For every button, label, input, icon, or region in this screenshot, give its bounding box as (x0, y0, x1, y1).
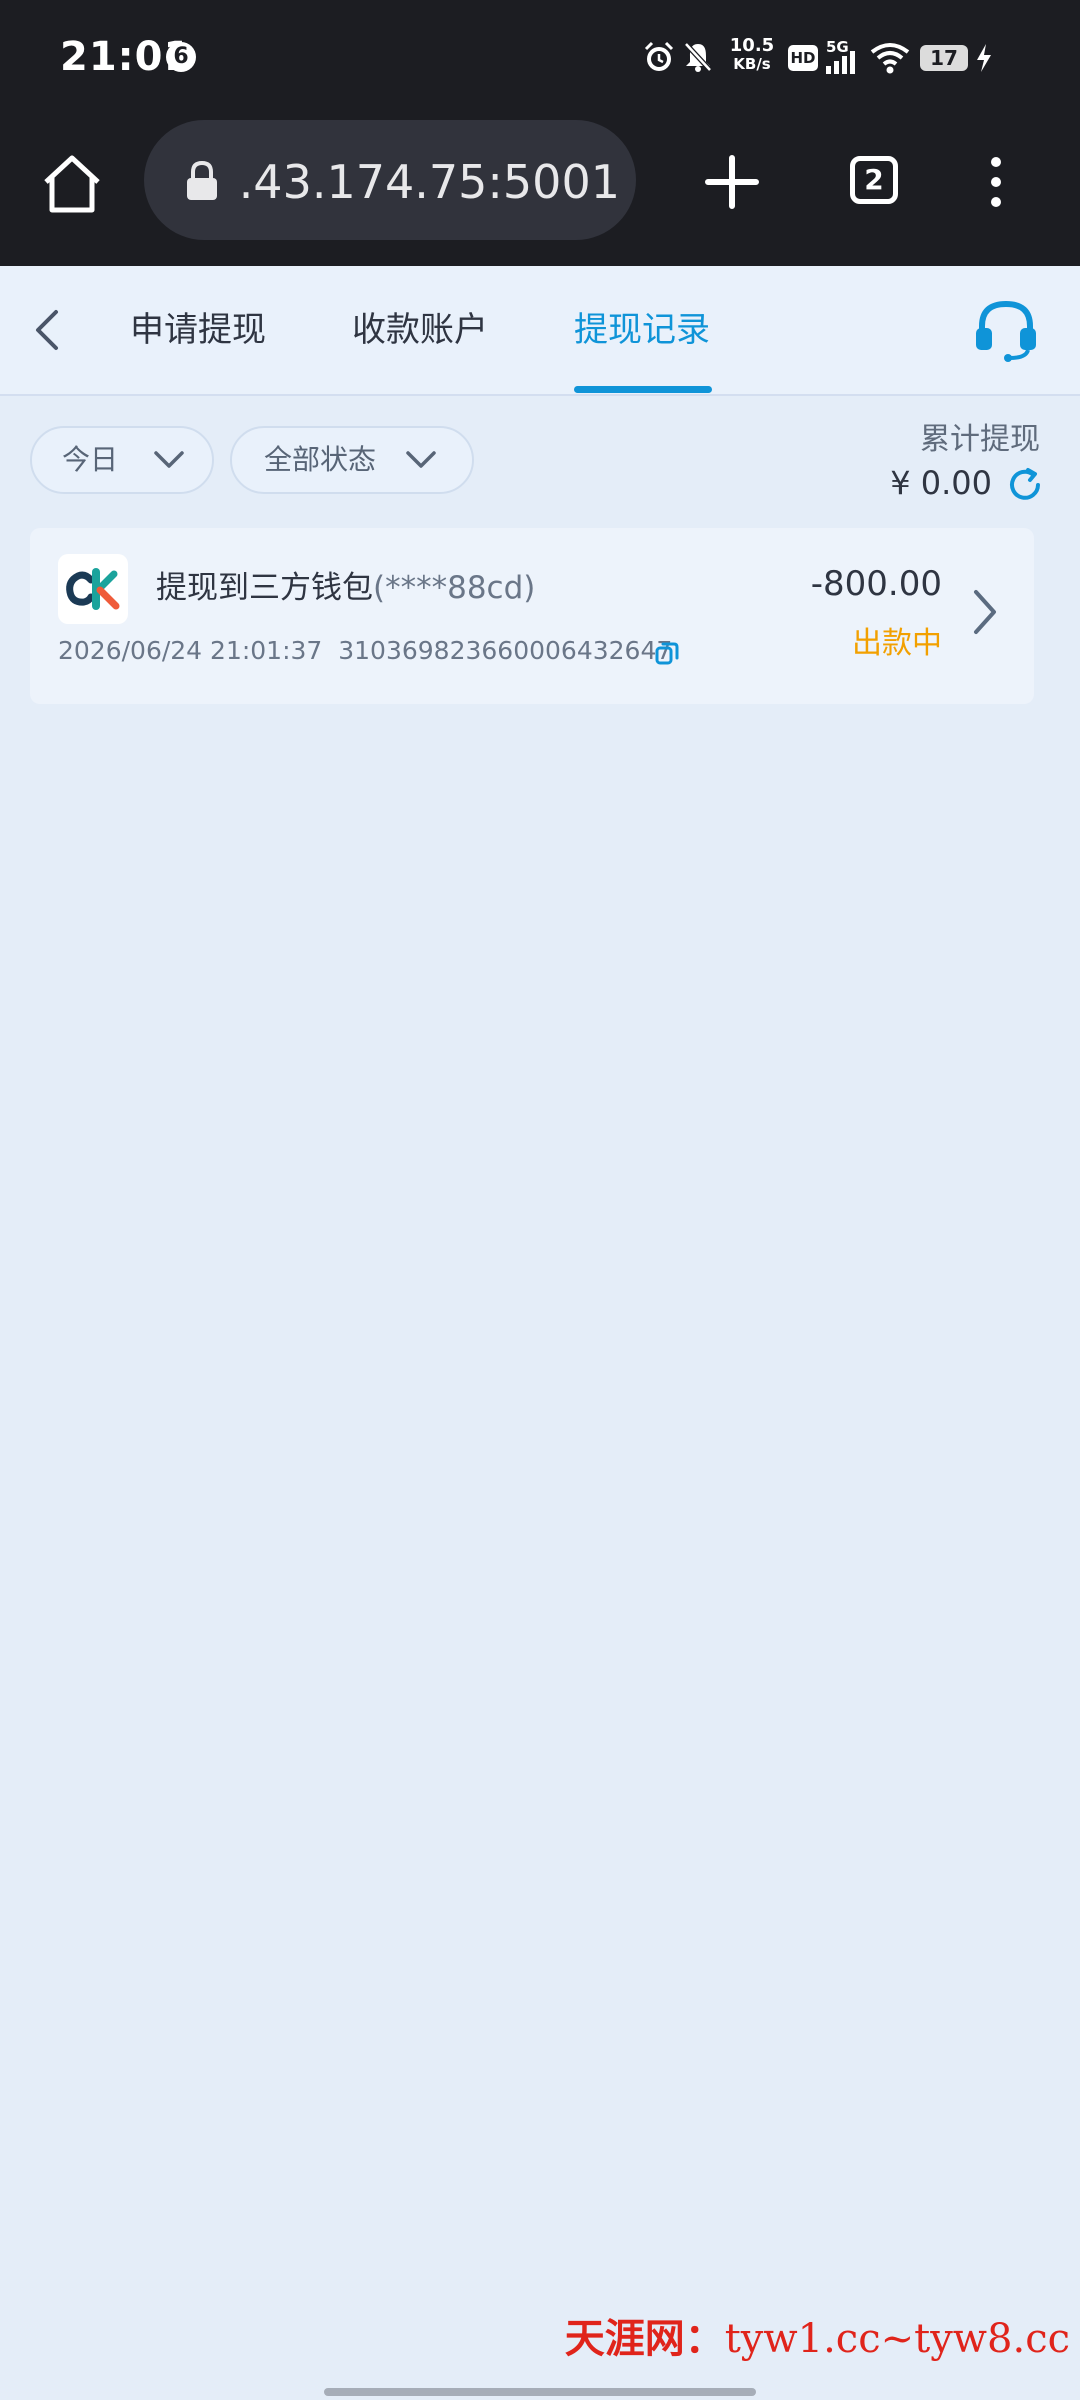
chevron-right-icon[interactable] (968, 586, 1000, 638)
back-icon[interactable] (22, 302, 74, 358)
net-speed-unit: KB/s (733, 55, 771, 73)
alarm-icon (644, 41, 674, 71)
hd-badge: HD (788, 45, 818, 71)
watermark-name: 天涯网： (564, 2315, 725, 2362)
chevron-down-icon (406, 451, 436, 468)
record-datetime: 2026/06/24 21:01:37 (58, 636, 323, 665)
page-tabs-bar: 申请提现 收款账户 提现记录 (0, 266, 1080, 396)
date-filter-label: 今日 (62, 443, 119, 476)
status-filter-label: 全部状态 (264, 443, 377, 476)
copy-icon[interactable] (654, 640, 680, 666)
record-meta: 2026/06/24 21:01:37 31036982366000643264… (58, 636, 672, 665)
browser-toolbar: 3.43.174.75:5001 2 (0, 118, 1080, 266)
record-title: 提现到三方钱包(****88cd) (156, 562, 535, 607)
record-status-badge: 出款中 (852, 626, 942, 661)
signal-icon (826, 51, 855, 74)
watermark: 天涯网：tyw1.cc~tyw8.cc (565, 2306, 1070, 2364)
record-order-number: 310369823660006432647 (338, 636, 673, 665)
tab-apply-withdrawal[interactable]: 申请提现 (130, 302, 266, 358)
withdrawal-record-card[interactable]: 提现到三方钱包(****88cd) 2026/06/24 21:01:37 31… (30, 528, 1034, 704)
battery-level: 17 (920, 45, 968, 71)
cumulative-withdrawal-label: 累计提现 (920, 422, 1040, 457)
status-bar: 21:01 6 10.5 KB/s HD 5G 17 (0, 0, 1080, 118)
url-text[interactable]: 3.43.174.75:5001 (240, 152, 620, 212)
headset-icon[interactable] (970, 294, 1042, 366)
mute-icon (684, 42, 712, 72)
watermark-urls: tyw1.cc~tyw8.cc (724, 2316, 1070, 2362)
address-bar[interactable]: 3.43.174.75:5001 (144, 120, 636, 240)
home-icon[interactable] (38, 150, 106, 218)
active-tab-indicator (574, 386, 712, 393)
wifi-icon (870, 43, 910, 74)
url-value: 3.43.174.75:5001 (240, 155, 620, 209)
record-amount: -800.00 (810, 564, 942, 604)
net-speed-value: 10.5 (729, 35, 775, 56)
new-tab-icon[interactable] (700, 150, 764, 214)
tab-count: 2 (864, 163, 884, 196)
net-speed: 10.5 KB/s (722, 36, 782, 74)
tab-payee-accounts[interactable]: 收款账户 (352, 302, 488, 358)
record-account: (****88cd) (373, 570, 536, 606)
notification-badge: 6 (166, 42, 196, 72)
refresh-icon[interactable] (1006, 466, 1044, 504)
tab-withdrawal-records[interactable]: 提现记录 (574, 302, 710, 358)
chevron-down-icon (154, 451, 184, 468)
record-type: 提现到三方钱包 (156, 570, 373, 606)
status-filter-dropdown[interactable]: 全部状态 (230, 426, 474, 494)
lock-icon (187, 160, 217, 200)
gesture-navigation-bar[interactable] (324, 2388, 756, 2396)
wallet-logo (58, 554, 128, 624)
tab-switcher-button[interactable]: 2 (850, 156, 898, 204)
ck-wallet-icon (66, 568, 120, 610)
date-filter-dropdown[interactable]: 今日 (30, 426, 214, 494)
charging-icon (977, 44, 991, 72)
more-icon[interactable] (980, 152, 1012, 212)
cumulative-withdrawal-value: ¥ 0.00 (890, 464, 992, 502)
